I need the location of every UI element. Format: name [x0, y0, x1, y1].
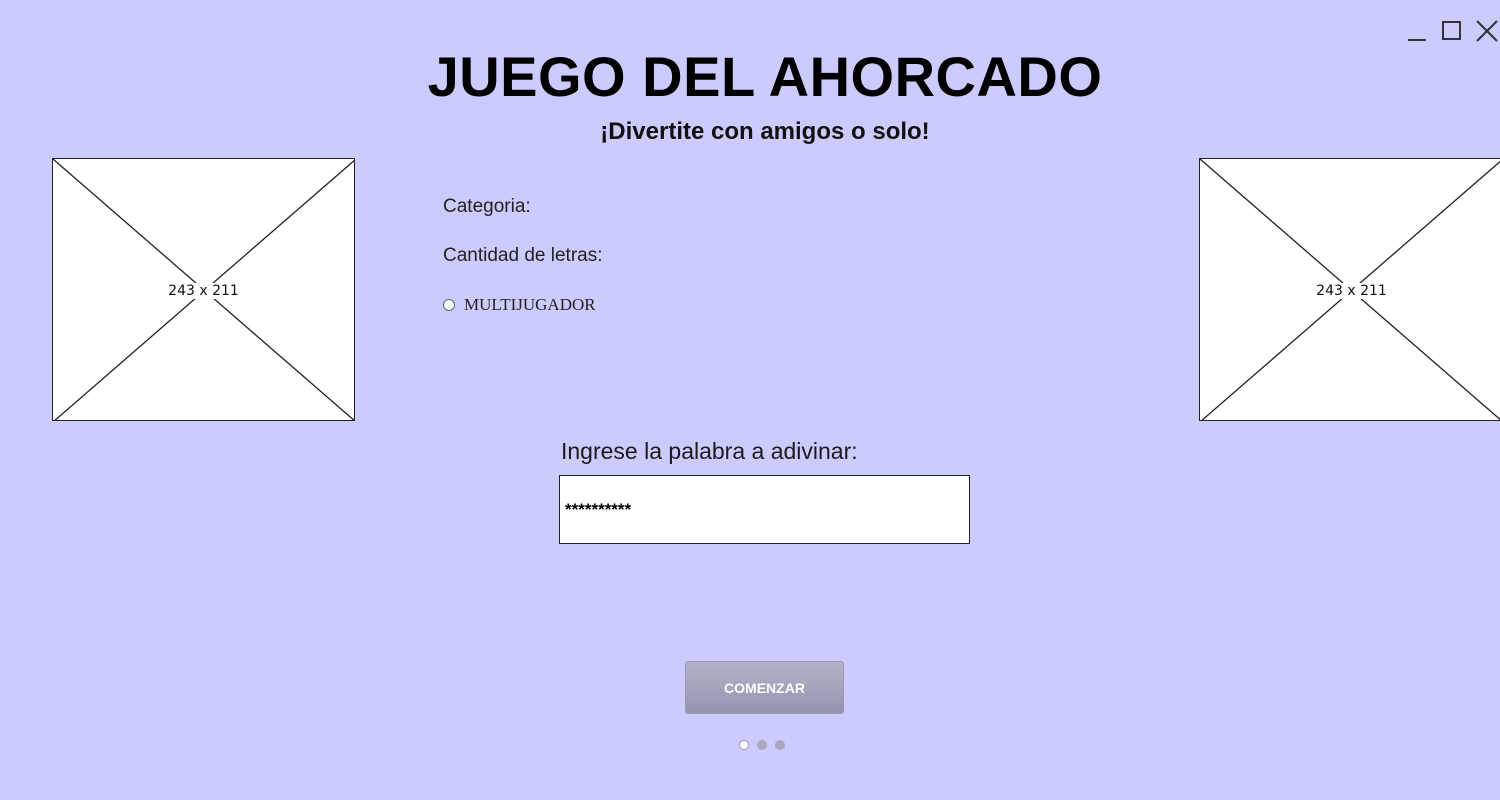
multiplayer-label: MULTIJUGADOR [464, 295, 596, 314]
image-size-label: 243 x 211 [1315, 283, 1388, 299]
multiplayer-radio[interactable]: MULTIJUGADOR [443, 295, 596, 315]
minimize-icon[interactable] [1404, 18, 1430, 44]
page-title: JUEGO DEL AHORCADO [427, 45, 1103, 108]
pagination [739, 740, 793, 750]
image-placeholder-right: 243 x 211 [1199, 158, 1500, 421]
word-input-label: Ingrese la palabra a adivinar: [561, 438, 858, 464]
start-button[interactable]: COMENZAR [685, 661, 844, 714]
pager-dot[interactable] [775, 740, 785, 750]
image-size-label: 243 x 211 [167, 283, 240, 299]
page-subtitle: ¡Divertite con amigos o solo! [600, 118, 930, 145]
close-icon[interactable] [1474, 18, 1500, 44]
category-label: Categoria: [443, 196, 531, 217]
letter-count-label: Cantidad de letras: [443, 245, 603, 266]
radio-circle-icon[interactable] [443, 299, 455, 311]
image-placeholder-left: 243 x 211 [52, 158, 355, 421]
pager-dot[interactable] [757, 740, 767, 750]
maximize-icon[interactable] [1438, 18, 1464, 44]
word-input[interactable] [559, 475, 970, 544]
pager-dot[interactable] [739, 740, 749, 750]
